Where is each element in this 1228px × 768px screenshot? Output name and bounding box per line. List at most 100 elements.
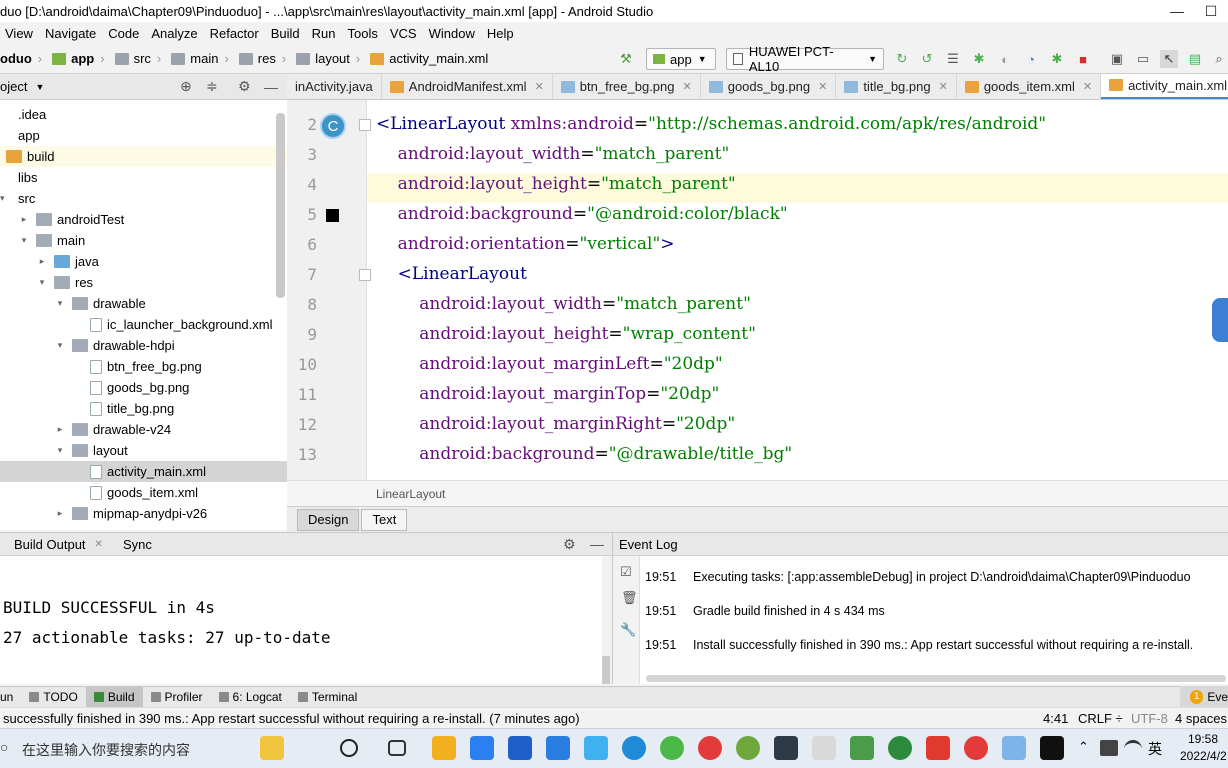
code-line[interactable]: android:layout_marginTop="20dp": [376, 384, 719, 404]
chart-app-icon[interactable]: [850, 736, 874, 760]
code-line[interactable]: android:orientation="vertical">: [376, 234, 675, 254]
tree-item[interactable]: ▾ drawable: [0, 293, 287, 314]
minimize-button[interactable]: —: [1160, 0, 1194, 22]
sdk-manager-icon[interactable]: ↖: [1160, 50, 1178, 68]
app-icon-1[interactable]: [470, 736, 494, 760]
search-icon[interactable]: ○: [0, 739, 8, 755]
line-separator[interactable]: CRLF ÷: [1078, 711, 1123, 726]
music-icon[interactable]: [964, 736, 988, 760]
tree-item[interactable]: ▾ layout: [0, 440, 287, 461]
list-icon[interactable]: ☰: [944, 50, 962, 68]
run-with-coverage-icon[interactable]: ✱: [1048, 50, 1066, 68]
app-icon-2[interactable]: [546, 736, 570, 760]
breadcrumb-item[interactable]: src ›: [114, 51, 168, 66]
nox-emulator-icon[interactable]: [774, 736, 798, 760]
menu-vcs[interactable]: VCS: [384, 26, 423, 41]
breadcrumb-item[interactable]: layout ›: [296, 51, 366, 66]
tree-item[interactable]: ▾ main: [0, 230, 287, 251]
tree-item[interactable]: ▸ drawable-v24: [0, 419, 287, 440]
tree-item[interactable]: libs: [0, 167, 287, 188]
trash-icon[interactable]: 🗑: [621, 590, 638, 606]
tab-text[interactable]: Text: [361, 508, 408, 531]
close-icon[interactable]: ✕: [683, 80, 692, 93]
editor-tab[interactable]: btn_free_bg.png ✕: [553, 74, 701, 99]
tree-item[interactable]: ▾ src: [0, 188, 287, 209]
collapse-all-icon[interactable]: ≑: [206, 78, 218, 95]
menu-analyze[interactable]: Analyze: [145, 26, 203, 41]
chevron-right-icon[interactable]: ▸: [54, 424, 66, 435]
editor-tab[interactable]: title_bg.png ✕: [836, 74, 957, 99]
tree-item[interactable]: app: [0, 125, 287, 146]
build-output-console[interactable]: BUILD SUCCESSFUL in 4s 27 actionable tas…: [0, 556, 602, 684]
tool-window-terminal[interactable]: Terminal: [290, 687, 365, 708]
breadcrumb-item[interactable]: oduo ›: [0, 51, 48, 66]
android-studio-icon[interactable]: [736, 736, 760, 760]
code-line[interactable]: android:layout_width="match_parent": [376, 294, 751, 314]
apply-code-changes-icon[interactable]: ↺: [918, 50, 936, 68]
tool-window-todo[interactable]: TODO: [21, 687, 85, 708]
ie-browser-icon[interactable]: [622, 736, 646, 760]
tool-window-build[interactable]: Build: [85, 686, 143, 708]
close-icon[interactable]: ✕: [535, 80, 544, 93]
tree-item[interactable]: build: [0, 146, 287, 167]
gear-icon[interactable]: ⚙: [563, 536, 576, 553]
structure-crumb-linearlayout[interactable]: LinearLayout: [376, 487, 445, 501]
browser-icon[interactable]: [660, 736, 684, 760]
hide-panel-icon[interactable]: —: [264, 79, 278, 95]
gear-icon[interactable]: ⚙: [238, 78, 251, 95]
tree-item[interactable]: btn_free_bg.png: [0, 356, 287, 377]
tab-build-output[interactable]: Build Output: [14, 537, 86, 552]
chevron-down-icon[interactable]: ▾: [54, 298, 66, 309]
player-icon[interactable]: [584, 736, 608, 760]
weather-widget-icon[interactable]: [260, 736, 284, 760]
wifi-icon[interactable]: [1124, 740, 1142, 756]
maximize-button[interactable]: ☐: [1194, 0, 1228, 22]
java-icon[interactable]: [812, 736, 836, 760]
code-line[interactable]: android:layout_width="match_parent": [376, 144, 730, 164]
chevron-up-icon[interactable]: ⌃: [1078, 739, 1089, 755]
code-line[interactable]: android:layout_marginRight="20dp": [376, 414, 735, 434]
menu-window[interactable]: Window: [423, 26, 481, 41]
chevron-right-icon[interactable]: ▸: [18, 214, 30, 225]
menu-build[interactable]: Build: [265, 26, 306, 41]
tree-item[interactable]: ▾ drawable-hdpi: [0, 335, 287, 356]
hammer-icon[interactable]: ⚒: [617, 50, 635, 68]
menu-refactor[interactable]: Refactor: [204, 26, 265, 41]
color-swatch-icon[interactable]: [326, 209, 339, 222]
apply-changes-icon[interactable]: ↻: [893, 50, 911, 68]
project-structure-icon[interactable]: ▣: [1108, 50, 1126, 68]
chevron-down-icon[interactable]: ▾: [54, 445, 66, 456]
search-everywhere-icon[interactable]: ⌕: [1210, 50, 1228, 68]
tab-sync[interactable]: Sync: [123, 537, 152, 552]
code-line[interactable]: android:layout_marginLeft="20dp": [376, 354, 723, 374]
menu-code[interactable]: Code: [102, 26, 145, 41]
menu-navigate[interactable]: Navigate: [39, 26, 102, 41]
close-icon[interactable]: ✕: [939, 80, 948, 93]
terminal-icon[interactable]: [1040, 736, 1064, 760]
tree-item[interactable]: ic_launcher_background.xml: [0, 314, 287, 335]
editor-tab[interactable]: activity_main.xml: [1101, 74, 1228, 99]
clock-date[interactable]: 2022/4/2: [1180, 749, 1227, 763]
ime-indicator[interactable]: 英: [1148, 739, 1162, 759]
breadcrumb-item[interactable]: activity_main.xml: [370, 51, 488, 66]
tree-item[interactable]: ▸ mipmap-anydpi-v26: [0, 503, 287, 524]
editor-tab[interactable]: AndroidManifest.xml ✕: [382, 74, 553, 99]
attach-debugger-icon[interactable]: ◐: [996, 50, 1014, 68]
breadcrumb-item[interactable]: main ›: [171, 51, 235, 66]
cortana-icon[interactable]: [340, 739, 358, 757]
event-log-button[interactable]: 1 Eve: [1180, 686, 1228, 707]
network-icon[interactable]: [1100, 740, 1118, 756]
tree-item[interactable]: ▾ res: [0, 272, 287, 293]
device-file-icon[interactable]: ▤: [1186, 50, 1204, 68]
event-log-scrollbar[interactable]: [646, 675, 1226, 682]
tool-window-un[interactable]: un: [0, 687, 21, 708]
editor-tab[interactable]: goods_item.xml ✕: [957, 74, 1102, 99]
hide-panel-icon[interactable]: —: [590, 536, 604, 552]
chevron-right-icon[interactable]: ▸: [36, 256, 48, 267]
chevron-down-icon[interactable]: ▾: [18, 235, 30, 246]
code-line[interactable]: android:layout_height="match_parent": [376, 174, 736, 194]
code-line[interactable]: <LinearLayout xmlns:android="http://sche…: [376, 114, 1046, 134]
close-icon[interactable]: ✕: [818, 80, 827, 93]
file-explorer-icon[interactable]: [432, 736, 456, 760]
tree-item[interactable]: goods_item.xml: [0, 482, 287, 503]
